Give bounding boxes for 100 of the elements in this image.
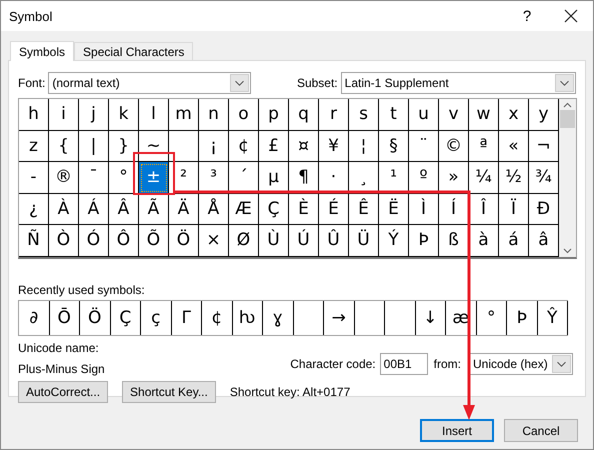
symbol-cell[interactable]: Í — [439, 194, 469, 225]
symbol-cell[interactable]: ¥ — [319, 130, 349, 162]
symbol-cell[interactable]: x — [499, 99, 529, 130]
subset-dropdown[interactable]: Latin-1 Supplement — [340, 72, 576, 94]
symbol-cell[interactable]: © — [439, 130, 469, 162]
symbol-cell[interactable]: Á — [79, 194, 109, 225]
symbol-cell[interactable]: Þ — [409, 225, 439, 256]
symbol-cell[interactable]: Ü — [349, 225, 379, 256]
dialog-button[interactable]: Shortcut Key... — [122, 380, 216, 402]
symbol-cell[interactable]: À — [49, 194, 79, 225]
symbol-cell[interactable]: ° — [109, 162, 139, 194]
symbol-cell[interactable]: È — [289, 194, 319, 225]
character-code-field[interactable]: 00B1 — [380, 352, 428, 374]
symbol-cell[interactable]: § — [379, 130, 409, 162]
scroll-up-icon[interactable] — [563, 102, 572, 108]
symbol-cell[interactable]: Ð — [529, 194, 559, 225]
symbol-cell[interactable]: ¢ — [229, 130, 259, 162]
close-icon[interactable] — [564, 9, 578, 23]
symbol-cell[interactable]: y — [529, 99, 559, 130]
symbol-cell[interactable]: Ù — [259, 225, 289, 256]
symbol-cell[interactable]: ¼ — [469, 162, 499, 194]
from-dropdown[interactable]: Unicode (hex) — [469, 352, 573, 374]
symbol-cell[interactable]: Ì — [409, 194, 439, 225]
symbol-cell[interactable]: ® — [49, 162, 79, 194]
symbol-cell[interactable]: r — [319, 99, 349, 130]
symbol-cell[interactable]: × — [199, 225, 229, 256]
symbol-cell[interactable]: à — [469, 225, 499, 256]
symbol-cell[interactable]: h — [19, 99, 49, 130]
symbol-cell[interactable]: o — [229, 99, 259, 130]
symbol-cell[interactable]: Å — [199, 194, 229, 225]
symbol-cell[interactable]: Ú — [289, 225, 319, 256]
symbol-cell[interactable]: É — [319, 194, 349, 225]
symbol-cell[interactable]: ¾ — [529, 162, 559, 194]
symbol-cell[interactable]: Ä — [169, 194, 199, 225]
symbol-cell[interactable]: Ï — [499, 194, 529, 225]
symbol-cell[interactable]: ¡ — [199, 130, 229, 162]
default-button[interactable]: Insert — [420, 419, 494, 442]
font-label: Font: — [18, 76, 46, 90]
dialog-button[interactable]: Cancel — [504, 419, 578, 442]
symbol-cell[interactable]: n — [199, 99, 229, 130]
symbol-cell[interactable]: â — [529, 225, 559, 256]
symbol-cell[interactable]: Ñ — [19, 225, 49, 256]
symbol-cell[interactable]: t — [379, 99, 409, 130]
symbol-cell[interactable]: ¨ — [409, 130, 439, 162]
scrollbar[interactable] — [559, 99, 576, 256]
dropdown-caret-icon[interactable] — [552, 354, 571, 372]
symbol-cell[interactable]: | — [79, 130, 109, 162]
unicode-name-label: Unicode name: — [18, 340, 100, 354]
symbol-cell[interactable]: i — [49, 99, 79, 130]
symbol-cell[interactable]: } — [109, 130, 139, 162]
symbol-cell[interactable]: Æ — [229, 194, 259, 225]
symbol-cell[interactable]: m — [169, 99, 199, 130]
symbol-cell[interactable]: Ò — [49, 225, 79, 256]
font-dropdown[interactable]: (normal text) — [48, 72, 251, 94]
symbol-cell[interactable]: q — [289, 99, 319, 130]
dialog-button[interactable]: AutoCorrect... — [18, 380, 108, 402]
symbol-cell[interactable]: Ý — [379, 225, 409, 256]
tab[interactable]: Symbols — [10, 41, 74, 61]
symbol-cell[interactable]: á — [499, 225, 529, 256]
scroll-down-icon[interactable] — [563, 248, 572, 254]
symbol-cell[interactable]: Î — [469, 194, 499, 225]
symbol-cell[interactable]: ¬ — [529, 130, 559, 162]
symbol-cell[interactable]: ª — [469, 130, 499, 162]
symbol-cell[interactable]: ¤ — [289, 130, 319, 162]
symbol-cell[interactable]: Â — [109, 194, 139, 225]
symbol-cell[interactable]: u — [409, 99, 439, 130]
symbol-cell[interactable]: « — [499, 130, 529, 162]
symbol-cell[interactable]: Ó — [79, 225, 109, 256]
symbol-cell[interactable]: k — [109, 99, 139, 130]
symbol-cell[interactable]: - — [19, 162, 49, 194]
symbol-cell[interactable]: s — [349, 99, 379, 130]
symbol-cell[interactable]: ± — [139, 162, 169, 194]
symbol-cell[interactable]: Ë — [379, 194, 409, 225]
symbol-cell[interactable]: ¦ — [349, 130, 379, 162]
scroll-thumb[interactable] — [560, 110, 575, 128]
symbol-cell[interactable]: Ç — [259, 194, 289, 225]
symbol-cell[interactable]: ~ — [139, 130, 169, 162]
symbol-cell[interactable]: Ê — [349, 194, 379, 225]
symbol-cell[interactable]: { — [49, 130, 79, 162]
dropdown-caret-icon[interactable] — [230, 74, 249, 92]
symbol-cell[interactable]: Ø — [229, 225, 259, 256]
symbol-cell[interactable]: l — [139, 99, 169, 130]
symbol-cell[interactable]: Õ — [139, 225, 169, 256]
symbol-cell[interactable]: ¯ — [79, 162, 109, 194]
symbol-cell[interactable]: Û — [319, 225, 349, 256]
dropdown-caret-icon[interactable] — [555, 74, 574, 92]
symbol-cell[interactable] — [169, 130, 199, 162]
symbol-cell[interactable]: j — [79, 99, 109, 130]
symbol-cell[interactable]: v — [439, 99, 469, 130]
symbol-cell[interactable]: w — [469, 99, 499, 130]
symbol-cell[interactable]: z — [19, 130, 49, 162]
symbol-cell[interactable]: Ã — [139, 194, 169, 225]
symbol-cell[interactable]: p — [259, 99, 289, 130]
tab[interactable]: Special Characters — [74, 42, 194, 60]
symbol-cell[interactable]: £ — [259, 130, 289, 162]
symbol-cell[interactable]: Ô — [109, 225, 139, 256]
symbol-cell[interactable]: ½ — [499, 162, 529, 194]
symbol-cell[interactable]: ¿ — [19, 194, 49, 225]
symbol-cell[interactable]: Ö — [169, 225, 199, 256]
help-button[interactable]: ? — [505, 1, 549, 31]
